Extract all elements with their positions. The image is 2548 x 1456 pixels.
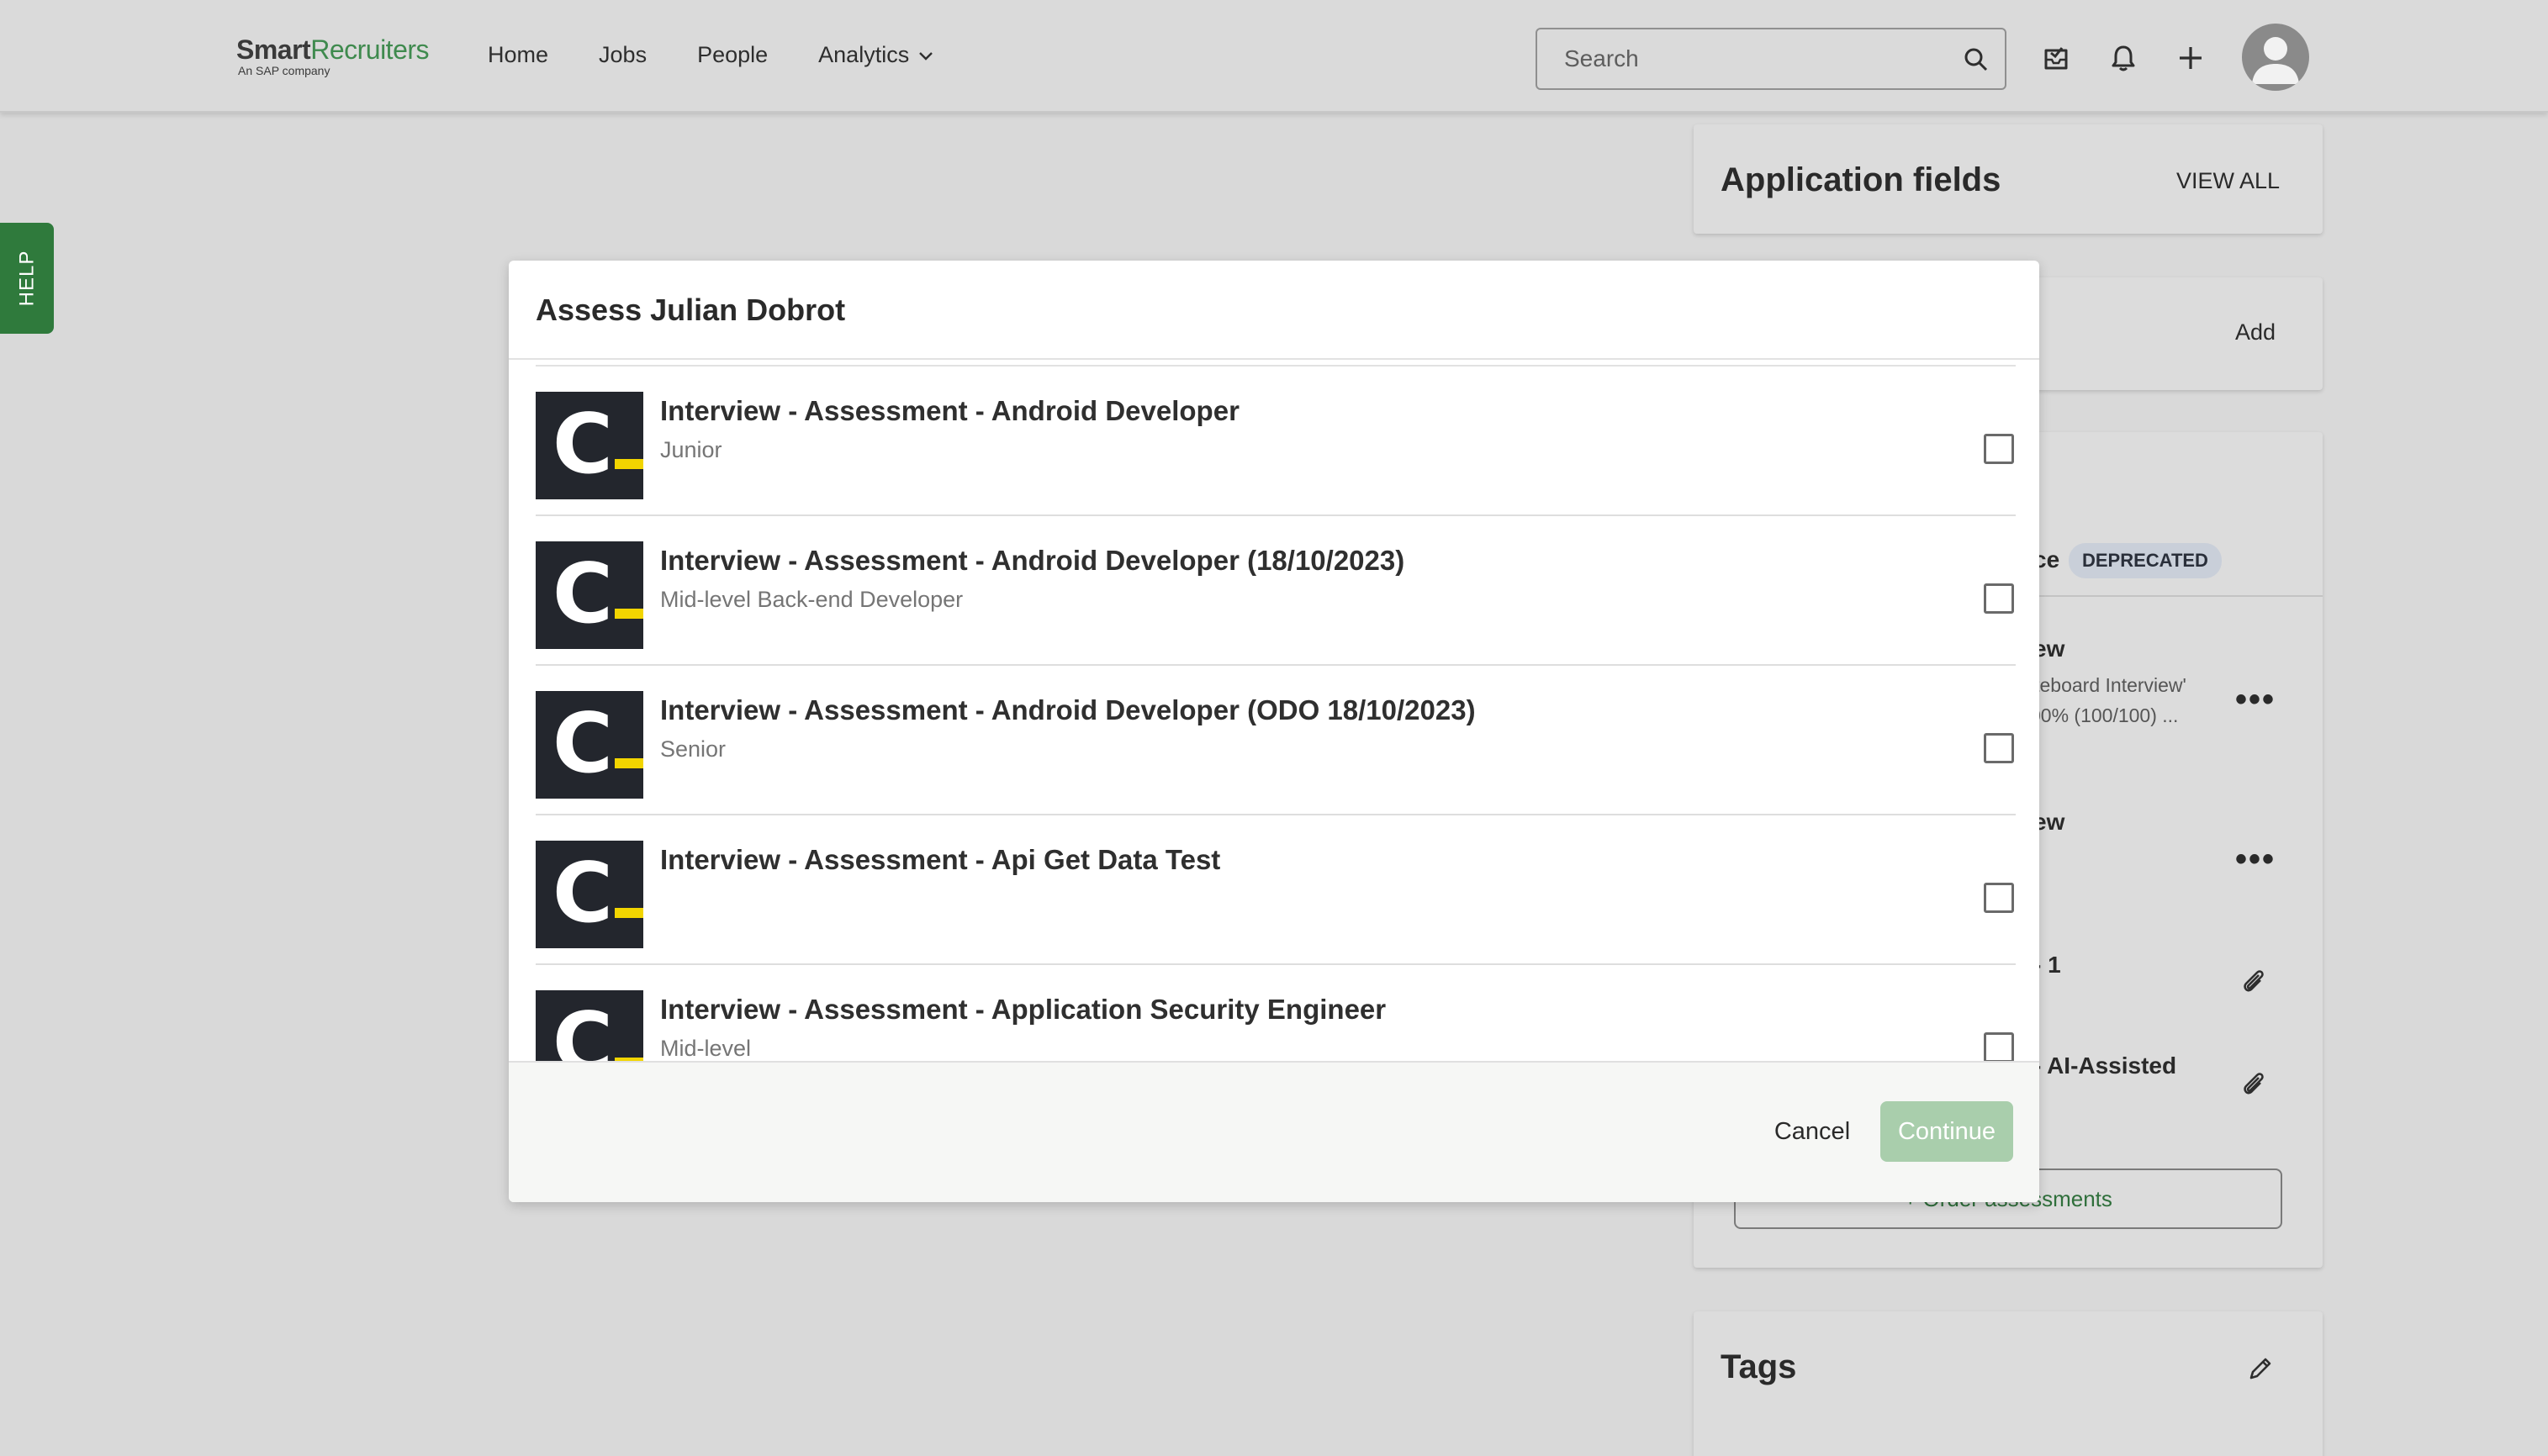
assessment-item-title: - AI-Assisted <box>2033 1052 2177 1079</box>
assessment-title: Interview - Assessment - Api Get Data Te… <box>660 844 1221 875</box>
search-box <box>1536 28 2006 90</box>
continue-button[interactable]: Continue <box>1880 1101 2013 1162</box>
bell-icon[interactable] <box>2107 42 2139 74</box>
paperclip-icon[interactable] <box>2239 1069 2267 1098</box>
list-item[interactable]: C Interview - Assessment - Android Devel… <box>536 516 2016 666</box>
assessment-checkbox[interactable] <box>1984 1032 2014 1063</box>
tags-panel: Tags <box>1694 1311 2323 1456</box>
inbox-check-icon[interactable] <box>2040 42 2072 74</box>
tags-title: Tags <box>1721 1348 1797 1385</box>
codility-logo-icon: C <box>536 392 643 499</box>
assessment-list[interactable]: C Interview - Assessment - Android Devel… <box>536 365 2016 1069</box>
dialog-title: Assess Julian Dobrot <box>536 293 846 327</box>
assessment-subtitle: Junior <box>660 437 722 462</box>
application-fields-title: Application fields <box>1721 161 2001 198</box>
logo-letter: C <box>552 397 613 493</box>
logo-letter: C <box>552 846 613 942</box>
nav-analytics[interactable]: Analytics <box>818 42 936 68</box>
nav-people-label: People <box>697 42 769 67</box>
assessment-title: Interview - Assessment - Android Develop… <box>660 694 1476 725</box>
more-options-icon[interactable]: ••• <box>2235 841 2276 878</box>
nav-analytics-label: Analytics <box>818 42 910 67</box>
chevron-down-icon <box>919 51 933 61</box>
main-nav: Home Jobs People Analytics <box>488 42 936 68</box>
nav-jobs[interactable]: Jobs <box>599 42 647 68</box>
assessment-item-score: 00% (100/100) ... <box>2030 704 2179 726</box>
help-tab[interactable]: HELP <box>0 223 54 334</box>
smartrecruiters-logo[interactable]: SmartRecruiters An SAP company <box>236 34 430 77</box>
nav-jobs-label: Jobs <box>599 42 648 67</box>
codility-logo-icon: C <box>536 691 643 799</box>
assessment-title: Interview - Assessment - Application Sec… <box>660 994 1387 1025</box>
nav-people[interactable]: People <box>697 42 768 68</box>
logo-text-recruiters: Recruiters <box>310 34 430 65</box>
assessment-item-desc: iteboard Interview' <box>2030 674 2186 696</box>
pencil-icon[interactable] <box>2245 1353 2276 1384</box>
avatar[interactable] <box>2242 24 2309 91</box>
assessment-subtitle: Mid-level <box>660 1036 752 1061</box>
logo-text-smart: Smart <box>236 34 311 65</box>
codility-logo-icon: C <box>536 990 643 1069</box>
search-input[interactable] <box>1564 29 1934 88</box>
application-fields-panel: Application fields VIEW ALL <box>1694 124 2323 234</box>
logo-letter: C <box>552 995 613 1069</box>
add-link[interactable]: Add <box>2235 319 2276 346</box>
search-icon[interactable] <box>1963 46 1990 73</box>
list-item[interactable]: C Interview - Assessment - Application S… <box>536 965 2016 1069</box>
top-navigation-bar: SmartRecruiters An SAP company Home Jobs… <box>0 0 2548 113</box>
nav-home[interactable]: Home <box>488 42 548 68</box>
logo-tagline: An SAP company <box>238 64 330 77</box>
cancel-button[interactable]: Cancel <box>1762 1101 1863 1162</box>
codility-logo-icon: C <box>536 541 643 649</box>
dialog-header-divider <box>509 358 2039 360</box>
assessment-checkbox[interactable] <box>1984 583 2014 614</box>
view-all-link[interactable]: VIEW ALL <box>2176 168 2280 194</box>
assess-candidate-dialog: Assess Julian Dobrot C Interview - Asses… <box>509 261 2039 1202</box>
logo-letter: C <box>552 546 613 642</box>
assessment-title: Interview - Assessment - Android Develop… <box>660 395 1240 426</box>
help-tab-label: HELP <box>15 250 39 307</box>
assessment-checkbox[interactable] <box>1984 434 2014 464</box>
list-item[interactable]: C Interview - Assessment - Android Devel… <box>536 666 2016 815</box>
assessment-checkbox[interactable] <box>1984 883 2014 913</box>
list-item[interactable]: C Interview - Assessment - Api Get Data … <box>536 815 2016 965</box>
nav-home-label: Home <box>488 42 549 67</box>
plus-icon[interactable] <box>2175 42 2207 74</box>
assessment-checkbox[interactable] <box>1984 733 2014 763</box>
assessment-subtitle: Senior <box>660 736 727 762</box>
logo-letter: C <box>552 696 613 792</box>
paperclip-icon[interactable] <box>2239 967 2267 995</box>
deprecated-badge: DEPRECATED <box>2069 543 2222 578</box>
dialog-footer: Cancel Continue <box>509 1061 2039 1202</box>
more-options-icon[interactable]: ••• <box>2235 681 2276 719</box>
assessment-title: Interview - Assessment - Android Develop… <box>660 545 1405 576</box>
assessment-subtitle: Mid-level Back-end Developer <box>660 587 964 612</box>
list-item[interactable]: C Interview - Assessment - Android Devel… <box>536 367 2016 516</box>
codility-logo-icon: C <box>536 841 643 948</box>
avatar-icon <box>2252 37 2299 84</box>
